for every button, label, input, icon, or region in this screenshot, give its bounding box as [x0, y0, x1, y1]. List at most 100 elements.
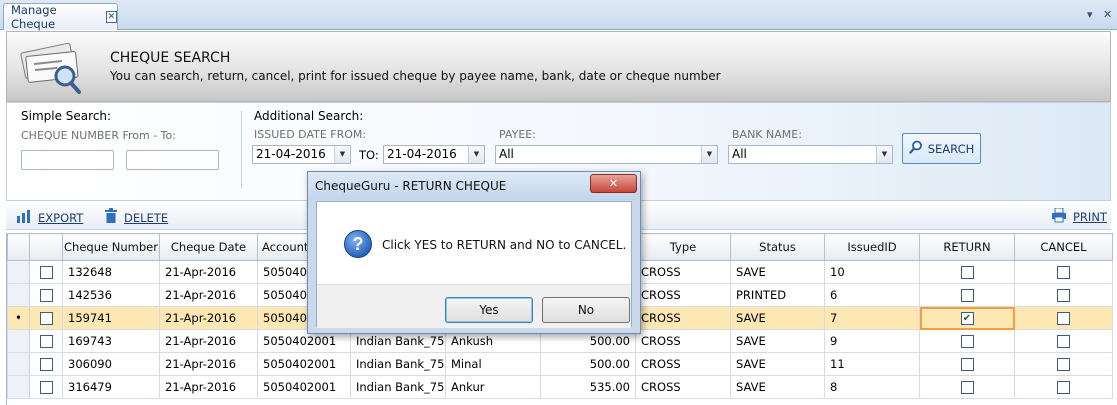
export-button[interactable]: EXPORT [16, 208, 83, 227]
cell-status: SAVE [730, 375, 825, 399]
cell-return[interactable] [919, 375, 1015, 399]
cheque-from-input[interactable] [21, 150, 114, 170]
cancel-checkbox[interactable] [1057, 312, 1070, 325]
chevron-down-icon[interactable]: ▼ [876, 146, 892, 163]
header-cancel[interactable]: CANCEL [1014, 233, 1113, 261]
cell-issued-id: 7 [824, 306, 920, 330]
row-select-cell[interactable] [29, 352, 63, 376]
row-select-checkbox[interactable] [39, 358, 53, 371]
dialog-message-area: ? Click YES to RETURN and NO to CANCEL. [317, 202, 631, 284]
row-indicator [7, 352, 30, 376]
header-issued-id[interactable]: IssuedID [824, 233, 920, 261]
cell-cancel[interactable] [1014, 352, 1113, 376]
cell-type: CROSS [635, 260, 731, 284]
issued-to-date-picker[interactable]: 21-04-2016 ▼ [383, 145, 485, 164]
tab-title: Manage Cheque [11, 3, 57, 31]
cell-issued-id: 10 [824, 260, 920, 284]
cell-return[interactable]: ✔ [919, 306, 1015, 330]
cell-cancel[interactable] [1014, 283, 1113, 307]
cell-return[interactable] [919, 329, 1015, 353]
no-button[interactable]: No [542, 297, 630, 323]
delete-button[interactable]: DELETE [104, 208, 168, 227]
cell-cheque-number: 306090 [62, 352, 160, 376]
cancel-checkbox[interactable] [1057, 289, 1070, 302]
cancel-checkbox[interactable] [1057, 335, 1070, 348]
issued-from-date-picker[interactable]: 21-04-2016 ▼ [252, 145, 351, 164]
cell-issued-id: 11 [824, 352, 920, 376]
cell-cancel[interactable] [1014, 260, 1113, 284]
cancel-checkbox[interactable] [1057, 358, 1070, 371]
row-select-cell[interactable] [29, 260, 63, 284]
delete-label: DELETE [124, 210, 169, 225]
dropdown-icon[interactable]: ▾ [1087, 8, 1093, 21]
search-button[interactable]: SEARCH [902, 133, 981, 164]
table-row[interactable]: 316479 21-Apr-2016 5050402001 Indian Bank_7… [7, 375, 1113, 399]
row-select-checkbox[interactable] [39, 266, 53, 279]
return-checkbox[interactable]: ✔ [960, 312, 974, 325]
row-select-checkbox[interactable] [39, 289, 53, 302]
cell-account-number: 5050402001 [257, 375, 351, 399]
return-checkbox[interactable] [960, 266, 974, 279]
return-checkbox[interactable] [960, 289, 974, 302]
cancel-checkbox[interactable] [1057, 381, 1070, 394]
yes-button[interactable]: Yes [445, 297, 533, 323]
row-select-checkbox[interactable] [39, 312, 53, 325]
print-button[interactable]: PRINT [1051, 207, 1107, 226]
row-select-cell[interactable] [29, 329, 63, 353]
cell-account-number: 5050402001 [257, 352, 351, 376]
dialog-button-bar: Yes No [317, 284, 631, 328]
cell-return[interactable] [919, 283, 1015, 307]
chevron-down-icon[interactable]: ▼ [334, 146, 350, 163]
chevron-down-icon[interactable]: ▼ [701, 146, 717, 163]
row-indicator [7, 329, 30, 353]
return-checkbox[interactable] [960, 358, 974, 371]
row-select-checkbox[interactable] [39, 335, 53, 348]
row-indicator [7, 375, 30, 399]
cell-cancel[interactable] [1014, 329, 1113, 353]
cell-cancel[interactable] [1014, 306, 1113, 330]
payee-label: PAYEE: [499, 128, 536, 141]
dialog-close-icon[interactable]: ✕ [590, 174, 637, 193]
header-status[interactable]: Status [730, 233, 825, 261]
return-checkbox[interactable] [960, 335, 974, 348]
page-subtitle: You can search, return, cancel, print fo… [110, 69, 721, 83]
cell-issued-id: 9 [824, 329, 920, 353]
header-return[interactable]: RETURN [919, 233, 1015, 261]
tab-close-icon[interactable]: ✕ [105, 11, 117, 23]
cell-return[interactable] [919, 260, 1015, 284]
window-close-icon[interactable]: ✕ [1103, 8, 1112, 21]
row-select-checkbox[interactable] [39, 381, 53, 394]
payee-value: All [499, 147, 514, 161]
header-select[interactable] [29, 233, 63, 261]
issued-from-value: 21-04-2016 [256, 147, 326, 161]
payee-select[interactable]: All ▼ [495, 145, 718, 164]
cell-return[interactable] [919, 352, 1015, 376]
return-checkbox[interactable] [960, 381, 974, 394]
cell-cheque-number: 316479 [62, 375, 160, 399]
tab-manage-cheque[interactable]: Manage Cheque ✕ [3, 3, 118, 31]
bank-name-label: BANK NAME: [732, 128, 802, 141]
table-row[interactable]: 306090 21-Apr-2016 5050402001 Indian Bank_7… [7, 352, 1113, 376]
search-button-label: SEARCH [927, 141, 975, 156]
cell-cheque-date: 21-Apr-2016 [159, 329, 258, 353]
cheque-to-input[interactable] [126, 150, 219, 170]
to-label: TO: [359, 148, 379, 162]
cell-status: SAVE [730, 352, 825, 376]
svg-text:?: ? [353, 234, 364, 254]
cancel-checkbox[interactable] [1057, 266, 1070, 279]
bank-name-select[interactable]: All ▼ [728, 145, 893, 164]
header-cheque-number[interactable]: Cheque Number [62, 233, 160, 261]
cell-cancel[interactable] [1014, 375, 1113, 399]
cell-cheque-number: 169743 [62, 329, 160, 353]
header-type[interactable]: Type [635, 233, 731, 261]
chevron-down-icon[interactable]: ▼ [468, 146, 484, 163]
cell-cheque-number: 142536 [62, 283, 160, 307]
cell-bank: Indian Bank_75... [350, 375, 446, 399]
row-select-cell[interactable] [29, 283, 63, 307]
magnifier-icon [909, 140, 923, 157]
dialog-title-bar: ChequeGuru - RETURN CHEQUE ✕ [308, 172, 640, 200]
dialog-title: ChequeGuru - RETURN CHEQUE [315, 179, 507, 193]
row-select-cell[interactable] [29, 375, 63, 399]
header-cheque-date[interactable]: Cheque Date [159, 233, 258, 261]
row-select-cell[interactable] [29, 306, 63, 330]
